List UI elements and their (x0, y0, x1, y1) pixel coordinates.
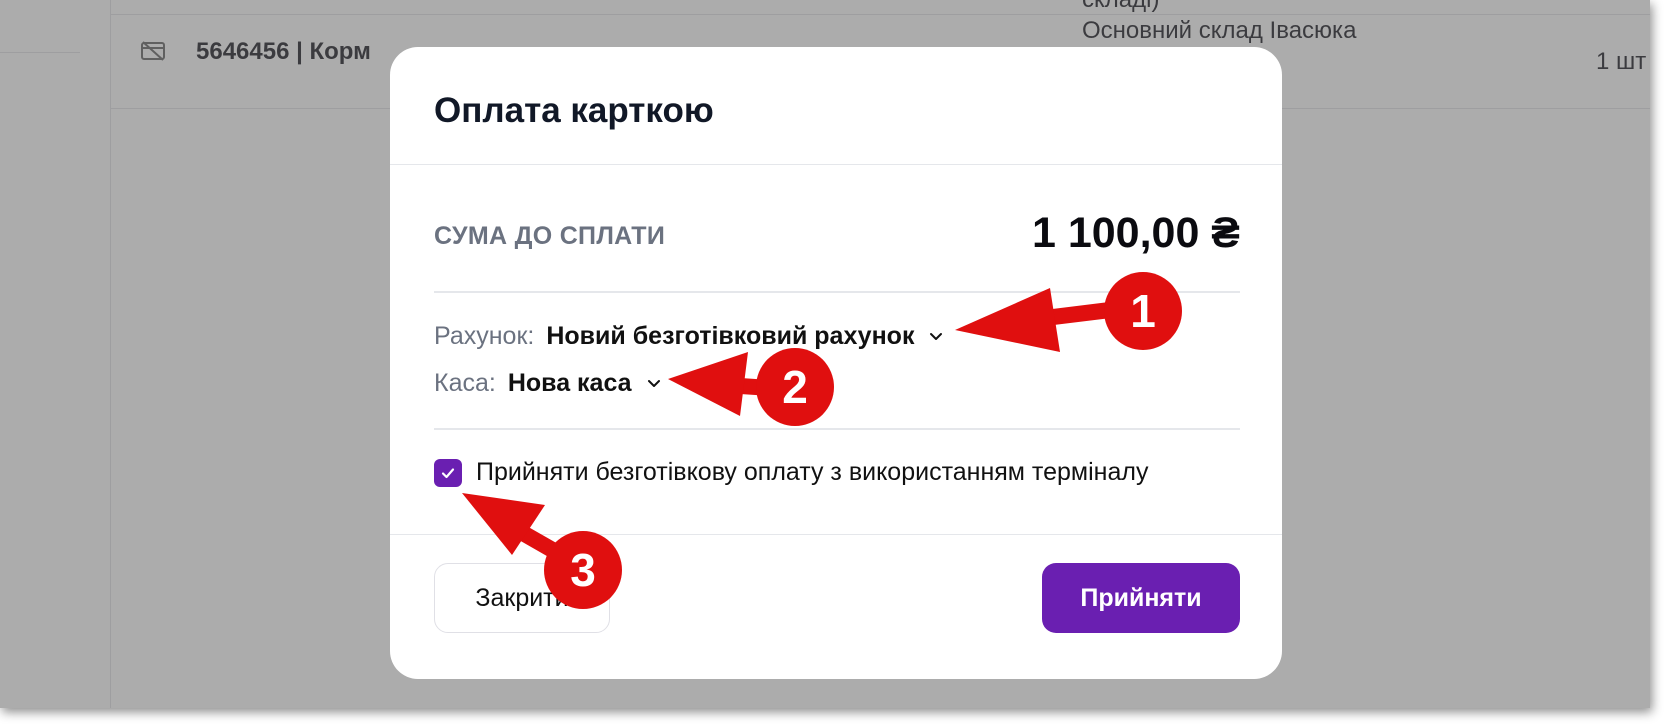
amount-due-value: 1 100,00 ₴ (1031, 209, 1240, 257)
terminal-checkbox[interactable] (434, 458, 462, 487)
card-payment-dialog: Оплата карткою СУМА ДО СПЛАТИ 1 100,00 ₴… (390, 47, 1282, 679)
account-select[interactable]: Рахунок: Новий безготівковий рахунок (434, 322, 944, 351)
footer-divider (390, 534, 1282, 535)
cash-register-value[interactable]: Нова каса (508, 369, 632, 398)
amount-due-label: СУМА ДО СПЛАТИ (434, 222, 666, 250)
checkmark-icon (441, 467, 455, 478)
terminal-option[interactable]: Прийняти безготівкову оплату з використа… (434, 458, 1148, 487)
close-button[interactable]: Закрити (434, 563, 610, 633)
account-value[interactable]: Новий безготівковий рахунок (546, 322, 914, 351)
dialog-title: Оплата карткою (434, 91, 714, 130)
cash-register-select[interactable]: Каса: Нова каса (434, 369, 662, 398)
fields-divider (434, 428, 1240, 430)
chevron-down-icon[interactable] (646, 376, 662, 392)
terminal-checkbox-label[interactable]: Прийняти безготівкову оплату з використа… (476, 458, 1148, 487)
header-divider (390, 164, 1282, 165)
accept-button[interactable]: Прийняти (1042, 563, 1240, 633)
account-label: Рахунок: (434, 322, 535, 350)
screenshot-frame: 5646456 | Корм складі) Основний склад Ів… (0, 0, 1650, 708)
chevron-down-icon[interactable] (928, 329, 944, 345)
amount-divider (434, 291, 1240, 293)
cash-register-label: Каса: (434, 369, 496, 397)
